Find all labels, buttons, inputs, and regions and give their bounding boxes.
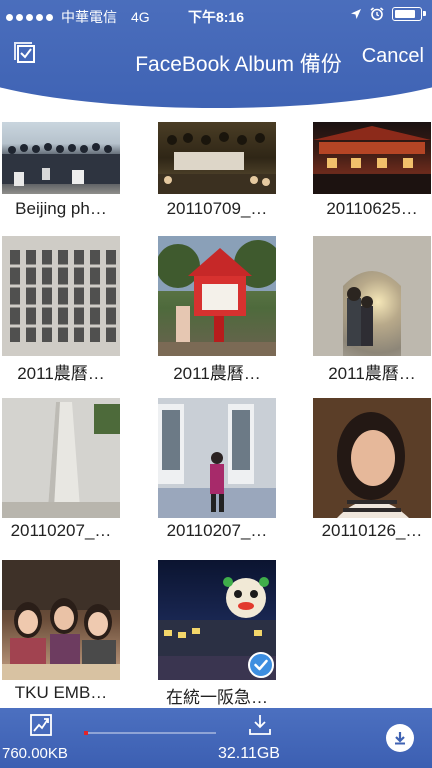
album-label: 2011農曆… [173, 364, 261, 383]
backup-progress-fill [84, 731, 88, 735]
alarm-icon [370, 7, 384, 21]
album-thumbnail [313, 398, 431, 518]
selected-check-icon [248, 652, 274, 678]
storage-download-icon [249, 715, 271, 735]
album-tile[interactable]: Beijing ph… [2, 122, 120, 219]
backup-progress-bar [84, 731, 216, 735]
transfer-speed: 760.00KB [2, 745, 68, 762]
album-thumbnail [2, 398, 120, 518]
page-title-text: FaceBook Album 備份 [135, 53, 342, 76]
album-tile[interactable]: 20110126_… [313, 398, 431, 541]
album-label: 20110709_… [166, 199, 268, 218]
album-thumbnail [2, 560, 120, 680]
location-icon [351, 9, 361, 19]
album-tile[interactable]: 20110207_… [158, 398, 276, 541]
album-thumbnail [158, 398, 276, 518]
speed-chart-icon [30, 714, 52, 736]
album-label: 20110207_… [166, 521, 268, 540]
album-tile[interactable]: 2011農曆… [313, 236, 431, 384]
album-thumbnail [158, 560, 276, 680]
album-thumbnail [2, 122, 120, 194]
album-tile[interactable]: 20110709_… [158, 122, 276, 219]
download-button[interactable] [386, 724, 414, 752]
download-icon [395, 732, 405, 745]
album-thumbnail [313, 122, 431, 194]
album-label: 20110625… [326, 199, 418, 218]
album-tile[interactable]: 在統一阪急… [158, 560, 276, 708]
album-label: Beijing ph… [15, 199, 107, 218]
album-thumbnail [2, 236, 120, 356]
album-label: 2011農曆… [328, 364, 416, 383]
album-tile[interactable]: 20110207_… [2, 398, 120, 541]
battery-icon [392, 7, 426, 21]
album-thumbnail [158, 122, 276, 194]
album-tile[interactable]: 2011農曆… [158, 236, 276, 384]
album-tile[interactable]: 2011農曆… [2, 236, 120, 384]
album-label: 2011農曆… [17, 364, 105, 383]
album-label: 20110126_… [321, 521, 423, 540]
album-thumbnail [158, 236, 276, 356]
album-tile[interactable]: 20110625… [313, 122, 431, 219]
status-bar: 中華電信 4G 下午8:16 [0, 0, 432, 32]
status-right [350, 7, 426, 21]
album-tile[interactable]: TKU EMB… [2, 560, 120, 703]
album-label: 20110207_… [10, 521, 112, 540]
album-label: TKU EMB… [14, 683, 108, 702]
album-thumbnail [313, 236, 431, 356]
cancel-button[interactable]: Cancel [362, 45, 424, 68]
album-label: 在統一阪急… [166, 688, 268, 707]
free-space: 32.11GB [218, 745, 280, 762]
header: 中華電信 4G 下午8:16 FaceBook Album 備份 Cancel [0, 0, 432, 112]
bottom-toolbar: 760.00KB 32.11GB [0, 708, 432, 768]
